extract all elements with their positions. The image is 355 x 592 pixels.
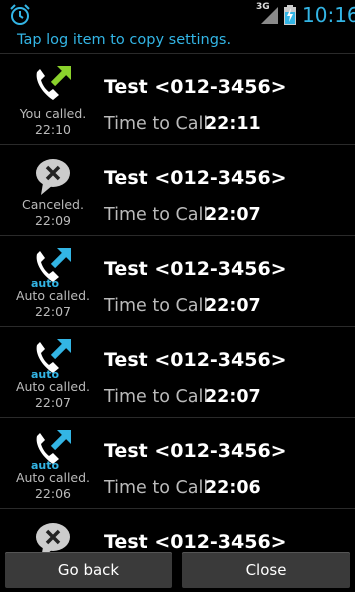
log-time: 22:09	[34, 213, 72, 228]
contact-name: Test <012-3456>	[104, 76, 287, 98]
log-kind-label: Auto called.	[15, 288, 91, 303]
log-item[interactable]: Test <012-3456>	[0, 508, 355, 552]
time-to-call-label: Time to Call	[104, 478, 209, 498]
log-kind-label: Canceled.	[22, 197, 84, 212]
time-to-call-label: Time to Call	[104, 296, 209, 316]
log-item[interactable]: Canceled. 22:09 Test <012-3456> Time to …	[0, 144, 355, 235]
signal-icon	[261, 7, 278, 24]
time-to-call-label: Time to Call	[104, 114, 209, 134]
log-time: 22:07	[34, 304, 72, 319]
canceled-icon	[36, 523, 70, 552]
contact-name: Test <012-3456>	[104, 258, 287, 280]
status-bar: 3G 10:16	[0, 0, 355, 31]
button-bar: Go back Close	[0, 552, 355, 592]
contact-name: Test <012-3456>	[104, 531, 287, 552]
time-to-call-value: 22:11	[205, 114, 261, 134]
contact-name: Test <012-3456>	[104, 440, 287, 462]
canceled-icon	[36, 159, 70, 195]
close-button[interactable]: Close	[182, 552, 350, 588]
log-item[interactable]: auto Auto called. 22:07 Test <012-3456> …	[0, 235, 355, 326]
log-kind-label: Auto called.	[15, 379, 91, 394]
log-kind-label: You called.	[19, 106, 87, 121]
time-to-call-label: Time to Call	[104, 387, 209, 407]
log-item[interactable]: auto Auto called. 22:06 Test <012-3456> …	[0, 417, 355, 508]
log-kind-label: Auto called.	[15, 470, 91, 485]
time-to-call-value: 22:07	[205, 296, 261, 316]
contact-name: Test <012-3456>	[104, 167, 287, 189]
time-to-call-value: 22:07	[205, 205, 261, 225]
log-item[interactable]: auto Auto called. 22:07 Test <012-3456> …	[0, 326, 355, 417]
contact-name: Test <012-3456>	[104, 349, 287, 371]
call-log-list[interactable]: You called. 22:10 Test <012-3456> Time t…	[0, 53, 355, 552]
go-back-button[interactable]: Go back	[5, 552, 172, 588]
alarm-icon	[10, 4, 30, 25]
log-time: 22:10	[34, 122, 72, 137]
outgoing-call-icon	[36, 66, 71, 100]
battery-charging-icon	[284, 5, 296, 25]
time-to-call-value: 22:07	[205, 387, 261, 407]
time-to-call-label: Time to Call	[104, 205, 209, 225]
status-clock: 10:16	[302, 3, 355, 27]
log-time: 22:07	[34, 395, 72, 410]
log-item[interactable]: You called. 22:10 Test <012-3456> Time t…	[0, 53, 355, 144]
log-time: 22:06	[34, 486, 72, 501]
time-to-call-value: 22:06	[205, 478, 261, 498]
hint-text: Tap log item to copy settings.	[17, 32, 232, 48]
